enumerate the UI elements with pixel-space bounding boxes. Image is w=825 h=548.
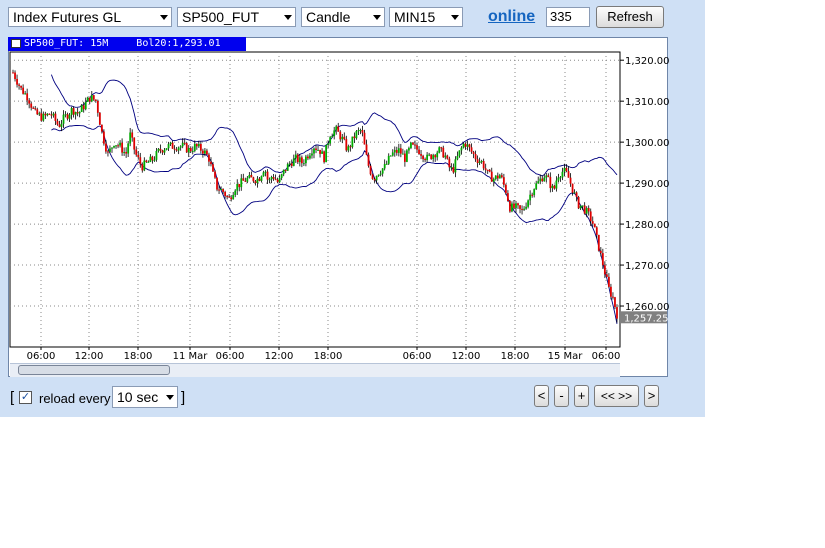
chart-type-select[interactable]: Candle bbox=[301, 7, 385, 27]
reload-label: reload every bbox=[39, 391, 111, 406]
interval-select-value: MIN15 bbox=[394, 9, 436, 25]
zoom-out-button[interactable]: - bbox=[554, 385, 569, 407]
chevron-down-icon bbox=[160, 15, 168, 20]
interval-select[interactable]: MIN15 bbox=[389, 7, 463, 27]
group-select-value: Index Futures GL bbox=[13, 9, 122, 25]
symbol-select-value: SP500_FUT bbox=[182, 9, 260, 25]
bracket-open: [ bbox=[10, 389, 15, 406]
nav-prev-button[interactable]: < bbox=[534, 385, 549, 407]
nav-next-button[interactable]: > bbox=[644, 385, 659, 407]
bars-input[interactable]: 335 bbox=[546, 7, 590, 27]
symbol-select[interactable]: SP500_FUT bbox=[177, 7, 296, 27]
group-select[interactable]: Index Futures GL bbox=[8, 7, 172, 27]
fit-button[interactable]: << >> bbox=[594, 385, 639, 407]
legend-symbol: SP500_FUT: 15M bbox=[24, 38, 109, 49]
reload-interval-value: 10 sec bbox=[117, 389, 159, 405]
chart-area[interactable] bbox=[8, 37, 668, 377]
chevron-down-icon bbox=[373, 15, 381, 20]
chart-type-select-value: Candle bbox=[306, 9, 351, 25]
chart-legend: SP500_FUT: 15M Bol20:1,293.01 bbox=[8, 37, 246, 51]
zoom-in-button[interactable]: + bbox=[574, 385, 589, 407]
reload-checkbox[interactable]: ✓ bbox=[19, 391, 32, 404]
bracket-close: ] bbox=[181, 389, 186, 406]
window-icon bbox=[11, 39, 21, 48]
scrollbar-thumb[interactable] bbox=[18, 365, 170, 375]
refresh-button[interactable]: Refresh bbox=[596, 6, 664, 28]
chevron-down-icon bbox=[284, 15, 292, 20]
chevron-down-icon bbox=[166, 395, 174, 400]
chevron-down-icon bbox=[451, 15, 459, 20]
online-link[interactable]: online bbox=[488, 8, 535, 26]
legend-indicator: Bol20:1,293.01 bbox=[136, 38, 221, 49]
reload-interval-select[interactable]: 10 sec bbox=[112, 386, 178, 408]
